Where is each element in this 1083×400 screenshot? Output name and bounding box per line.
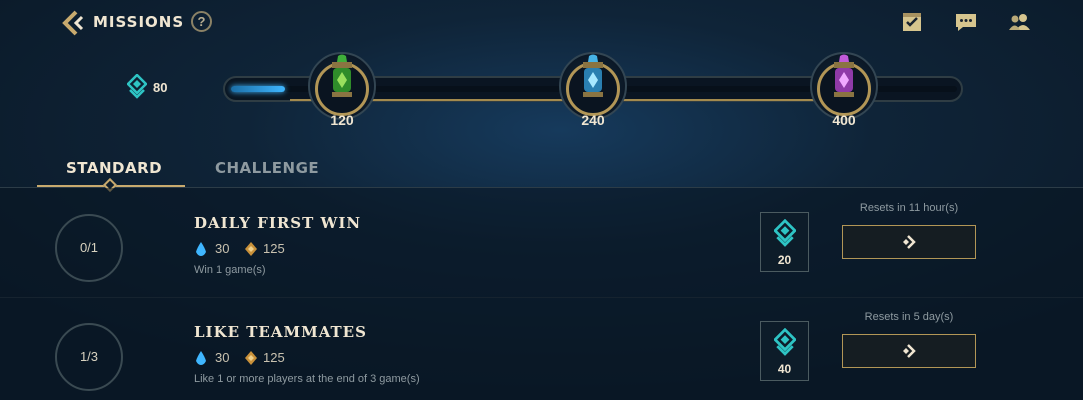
mission-title: LIKE TEAMMATES xyxy=(194,323,367,341)
top-bar: MISSIONS ? xyxy=(0,0,1083,44)
mission-token-reward: 20 xyxy=(760,212,809,272)
go-to-mission-button[interactable] xyxy=(842,334,976,368)
milestone-reward[interactable]: 240 xyxy=(553,50,633,140)
progress-fill xyxy=(231,86,286,92)
blue-essence-value: 30 xyxy=(215,350,230,365)
token-count-value: 80 xyxy=(153,80,168,95)
mission-token-reward: 40 xyxy=(760,321,809,381)
arrow-right-icon xyxy=(903,344,916,358)
token-reward-value: 40 xyxy=(777,362,792,376)
blue-essence-icon xyxy=(196,351,206,365)
checklist-icon[interactable] xyxy=(900,11,924,33)
help-icon[interactable]: ? xyxy=(191,11,212,32)
blue-essence-value: 30 xyxy=(215,241,230,256)
go-to-mission-button[interactable] xyxy=(842,225,976,259)
orange-essence-icon xyxy=(245,242,257,256)
mission-token-count: 80 xyxy=(126,73,167,102)
page-title: MISSIONS xyxy=(93,13,185,31)
mission-reset-timer: Resets in 11 hour(s) xyxy=(859,202,959,214)
mission-reset-timer: Resets in 5 day(s) xyxy=(864,311,954,323)
mission-tabs: STANDARD CHALLENGE xyxy=(0,150,1083,188)
mission-progress: 1/3 xyxy=(55,323,123,391)
mission-title: DAILY FIRST WIN xyxy=(194,214,362,232)
arrow-right-icon xyxy=(903,235,916,249)
milestone-value: 400 xyxy=(832,112,856,128)
orange-essence-icon xyxy=(245,351,257,365)
mission-description: Win 1 game(s) xyxy=(194,264,266,276)
blue-capsule-icon xyxy=(583,54,603,97)
orange-essence-value: 125 xyxy=(263,350,285,365)
mission-row: 1/3 LIKE TEAMMATES 30 125 Like 1 or more… xyxy=(0,297,1083,400)
blue-essence-icon xyxy=(196,242,206,256)
milestone-reward[interactable]: 400 xyxy=(804,50,884,140)
mission-token-icon xyxy=(774,328,796,356)
tab-challenge[interactable]: CHALLENGE xyxy=(215,159,319,177)
mission-token-icon xyxy=(126,73,148,99)
milestone-value: 240 xyxy=(581,112,605,128)
purple-capsule-icon xyxy=(834,54,854,97)
milestone-reward[interactable]: 120 xyxy=(302,50,382,140)
mission-token-icon xyxy=(774,219,796,247)
tab-standard[interactable]: STANDARD xyxy=(66,159,162,177)
orange-essence-value: 125 xyxy=(263,241,285,256)
mission-row: 0/1 DAILY FIRST WIN 30 125 Win 1 game(s)… xyxy=(0,188,1083,298)
token-reward-value: 20 xyxy=(777,253,792,267)
milestone-value: 120 xyxy=(330,112,354,128)
friends-icon[interactable] xyxy=(1007,11,1031,33)
green-capsule-icon xyxy=(332,54,352,97)
mission-description: Like 1 or more players at the end of 3 g… xyxy=(194,373,420,385)
mission-progress: 0/1 xyxy=(55,214,123,282)
back-chevron-icon[interactable] xyxy=(58,9,86,37)
chat-icon[interactable] xyxy=(954,11,978,33)
